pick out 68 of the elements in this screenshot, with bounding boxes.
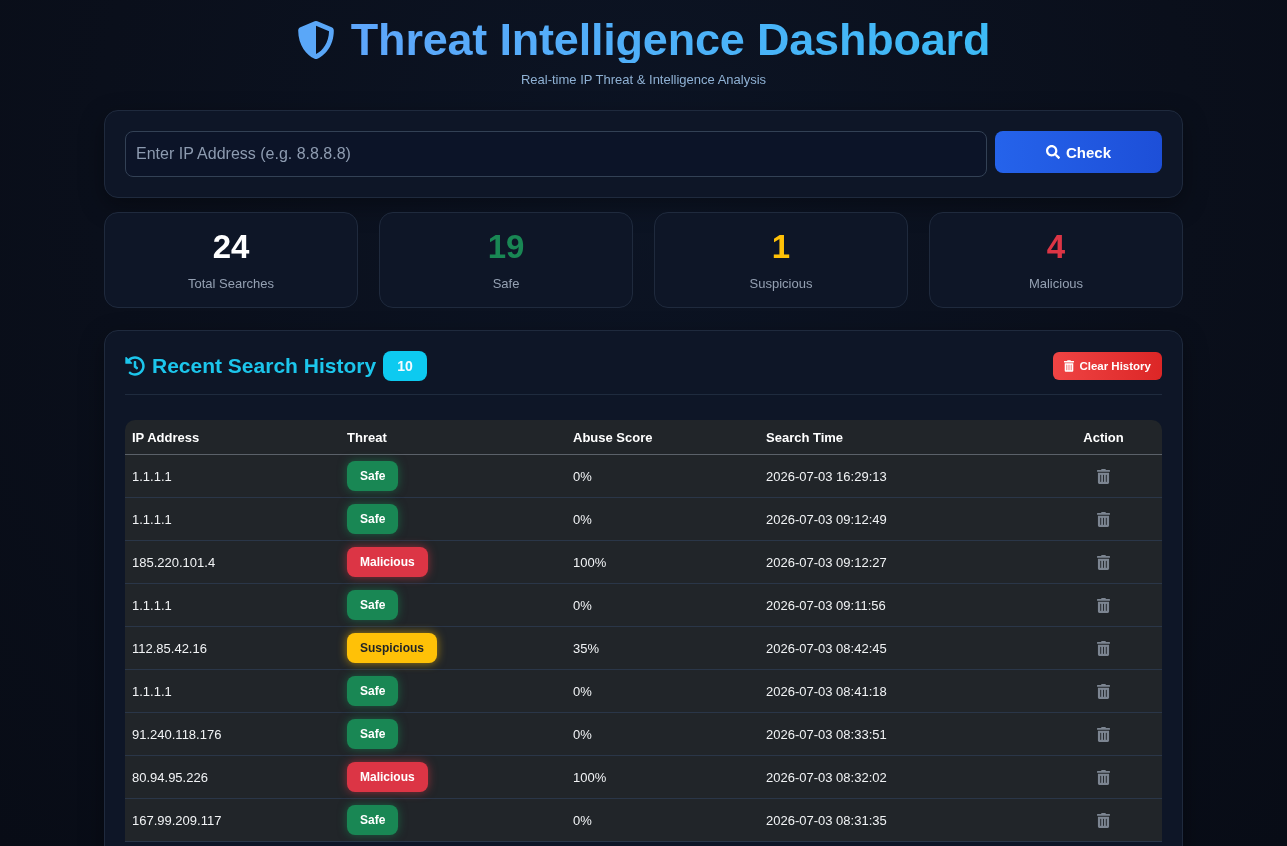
score-cell-text: 0% (572, 468, 592, 484)
trash-icon[interactable] (1097, 726, 1110, 742)
trash-icon[interactable] (1097, 468, 1110, 484)
time-cell-text: 2026-07-03 09:12:27 (765, 554, 887, 570)
stat-label: Suspicious (749, 275, 813, 292)
search-icon (1046, 145, 1060, 159)
ip-cell-text: 112.85.42.16 (131, 640, 207, 656)
clear-history-button[interactable]: Clear History (1053, 352, 1162, 380)
time-cell-text: 2026-07-03 08:42:45 (765, 640, 887, 656)
trash-icon[interactable] (1097, 812, 1110, 828)
threat-badge: Safe (347, 504, 399, 534)
threat-badge: Safe (347, 805, 399, 835)
ip-cell-text: 1.1.1.1 (131, 511, 172, 527)
time-cell-text: 2026-07-03 08:33:51 (765, 726, 887, 742)
stat-value: 1 (771, 228, 791, 265)
column-header: Threat (346, 429, 387, 445)
score-cell-text: 0% (572, 683, 592, 699)
score-cell-text: 0% (572, 511, 592, 527)
stat-value: 4 (1046, 228, 1066, 265)
score-cell-text: 0% (572, 726, 592, 742)
score-cell-text: 0% (572, 812, 592, 828)
subtitle: Real-time IP Threat & Intelligence Analysis (520, 72, 767, 88)
trash-icon[interactable] (1097, 683, 1110, 699)
threat-badge: Malicious (347, 762, 428, 792)
ip-cell-text: 185.220.101.4 (131, 554, 216, 570)
time-cell-text: 2026-07-03 08:31:35 (765, 812, 887, 828)
column-header: Action (1083, 429, 1124, 445)
score-cell-text: 35% (572, 640, 600, 656)
score-cell-text: 0% (572, 597, 592, 613)
column-header: IP Address (131, 429, 200, 445)
ip-cell-text: 1.1.1.1 (131, 683, 172, 699)
stat-label: Safe (492, 275, 520, 292)
ip-input-field[interactable]: Enter IP Address (e.g. 8.8.8.8) (125, 131, 987, 177)
threat-badge: Safe (347, 676, 399, 706)
time-cell-text: 2026-07-03 16:29:13 (765, 468, 887, 484)
count-badge: 10 (383, 351, 428, 381)
score-cell-text: 100% (572, 769, 607, 785)
trash-icon[interactable] (1097, 597, 1110, 613)
trash-icon[interactable] (1097, 554, 1110, 570)
ip-cell-text: 1.1.1.1 (131, 468, 172, 484)
history-icon (125, 356, 145, 376)
column-header: Abuse Score (572, 429, 653, 445)
shield-icon (296, 20, 335, 60)
trash-icon[interactable] (1097, 511, 1110, 527)
threat-badge: Safe (347, 719, 399, 749)
threat-badge: Suspicious (347, 633, 437, 663)
ip-cell-text: 91.240.118.176 (131, 726, 222, 742)
section-title: Recent Search History (152, 354, 377, 378)
trash-icon[interactable] (1097, 769, 1110, 785)
threat-badge: Safe (347, 461, 399, 491)
trash-icon[interactable] (1097, 640, 1110, 656)
time-cell-text: 2026-07-03 08:32:02 (765, 769, 887, 785)
ip-cell-text: 167.99.209.117 (131, 812, 222, 828)
ip-cell-text: 1.1.1.1 (131, 597, 172, 613)
threat-badge: Safe (347, 590, 399, 620)
trash-icon (1064, 360, 1075, 372)
time-cell-text: 2026-07-03 08:41:18 (765, 683, 887, 699)
time-cell-text: 2026-07-03 09:11:56 (765, 597, 886, 613)
threat-badge: Malicious (347, 547, 428, 577)
check-button[interactable]: Check (995, 131, 1162, 173)
time-cell-text: 2026-07-03 09:12:49 (765, 511, 887, 527)
ip-cell-text: 80.94.95.226 (131, 769, 208, 785)
stat-label: Total Searches (188, 275, 274, 292)
stat-value: 24 (212, 228, 250, 265)
score-cell-text: 100% (572, 554, 607, 570)
column-header: Search Time (765, 429, 844, 445)
stat-label: Malicious (1028, 275, 1084, 292)
stat-value: 19 (487, 228, 525, 265)
